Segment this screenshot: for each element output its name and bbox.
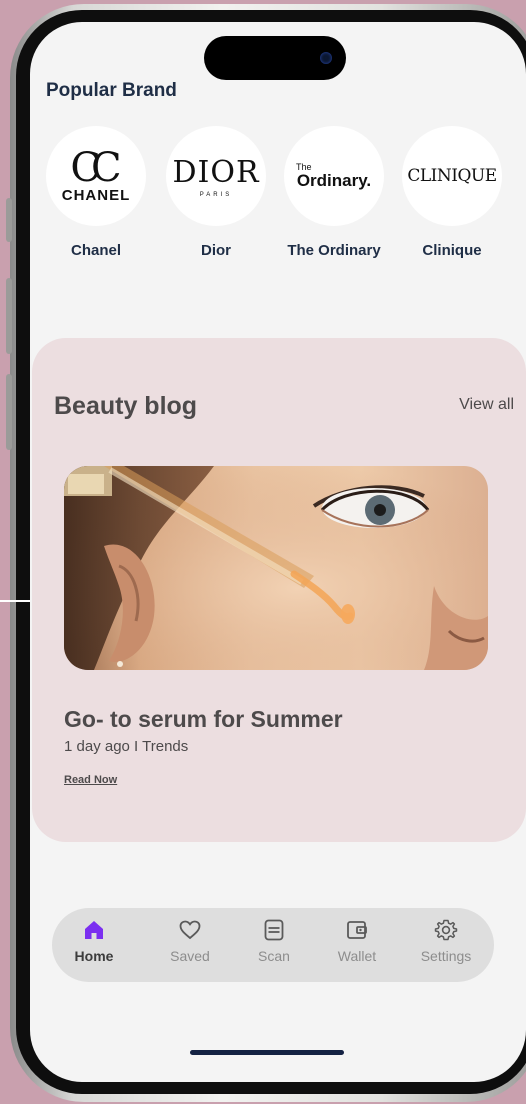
- tab-scan[interactable]: Scan: [238, 918, 310, 964]
- bottom-tab-bar: Home Saved Scan Wallet Settings: [52, 908, 494, 982]
- brand-clinique[interactable]: CLINIQUE Clinique: [402, 126, 502, 259]
- view-all-link[interactable]: View all: [459, 396, 514, 414]
- home-indicator: [190, 1050, 344, 1055]
- tab-settings[interactable]: Settings: [410, 918, 482, 964]
- blog-post-title[interactable]: Go- to serum for Summer: [64, 706, 343, 733]
- tab-saved[interactable]: Saved: [154, 918, 226, 964]
- volume-up-button: [6, 278, 12, 354]
- the-ordinary-logo[interactable]: The Ordinary.: [284, 126, 384, 226]
- dior-logo[interactable]: DIOR PARIS: [166, 126, 266, 226]
- brand-name-clinique: Clinique: [422, 242, 482, 259]
- tab-wallet-label: Wallet: [337, 948, 377, 964]
- popular-brand-title: Popular Brand: [46, 80, 177, 101]
- brand-name-dior: Dior: [201, 242, 231, 259]
- brand-list: CC CHANEL Chanel DIOR PARIS Dior The Ord…: [46, 126, 526, 266]
- serum-photo-illustration: [64, 466, 488, 670]
- wallet-icon: [347, 921, 367, 939]
- tab-home-label: Home: [74, 948, 114, 964]
- chanel-cc-icon: CC: [70, 144, 121, 191]
- brand-name-chanel: Chanel: [70, 242, 121, 259]
- heart-icon: [179, 920, 201, 940]
- dior-logo-text: DIOR: [172, 154, 260, 190]
- blog-post-image[interactable]: [64, 466, 488, 670]
- tab-settings-label: Settings: [420, 948, 472, 964]
- tab-wallet[interactable]: Wallet: [321, 918, 393, 964]
- gear-icon: [434, 919, 458, 941]
- app-screen: Popular Brand CC CHANEL Chanel DIOR PARI…: [30, 22, 526, 1082]
- chanel-logo[interactable]: CC CHANEL: [46, 126, 146, 226]
- clinique-logo-text: CLINIQUE: [407, 166, 497, 186]
- blog-section-title: Beauty blog: [54, 392, 198, 420]
- action-button: [6, 198, 12, 242]
- brand-dior[interactable]: DIOR PARIS Dior: [166, 126, 266, 259]
- volume-down-button: [6, 374, 12, 450]
- brand-the-ordinary[interactable]: The Ordinary. The Ordinary: [284, 126, 384, 259]
- brand-chanel[interactable]: CC CHANEL Chanel: [46, 126, 146, 259]
- read-now-link[interactable]: Read Now: [64, 774, 117, 786]
- brand-name-the-ordinary: The Ordinary: [287, 242, 381, 259]
- tab-saved-label: Saved: [170, 948, 210, 964]
- tab-scan-label: Scan: [258, 948, 290, 964]
- blog-post-meta: 1 day ago I Trends: [64, 738, 189, 755]
- clinique-logo[interactable]: CLINIQUE: [402, 126, 502, 226]
- beauty-blog-section: Beauty blog View all Go- to serum for Su…: [32, 338, 526, 842]
- dior-logo-sub: PARIS: [199, 191, 233, 198]
- ordinary-logo-text: Ordinary.: [296, 170, 372, 190]
- dynamic-island: [204, 36, 346, 80]
- tab-home[interactable]: Home: [58, 918, 130, 964]
- front-camera: [320, 52, 332, 64]
- home-icon: [85, 921, 103, 939]
- scan-icon: [264, 919, 284, 941]
- chanel-logo-text: CHANEL: [61, 186, 131, 204]
